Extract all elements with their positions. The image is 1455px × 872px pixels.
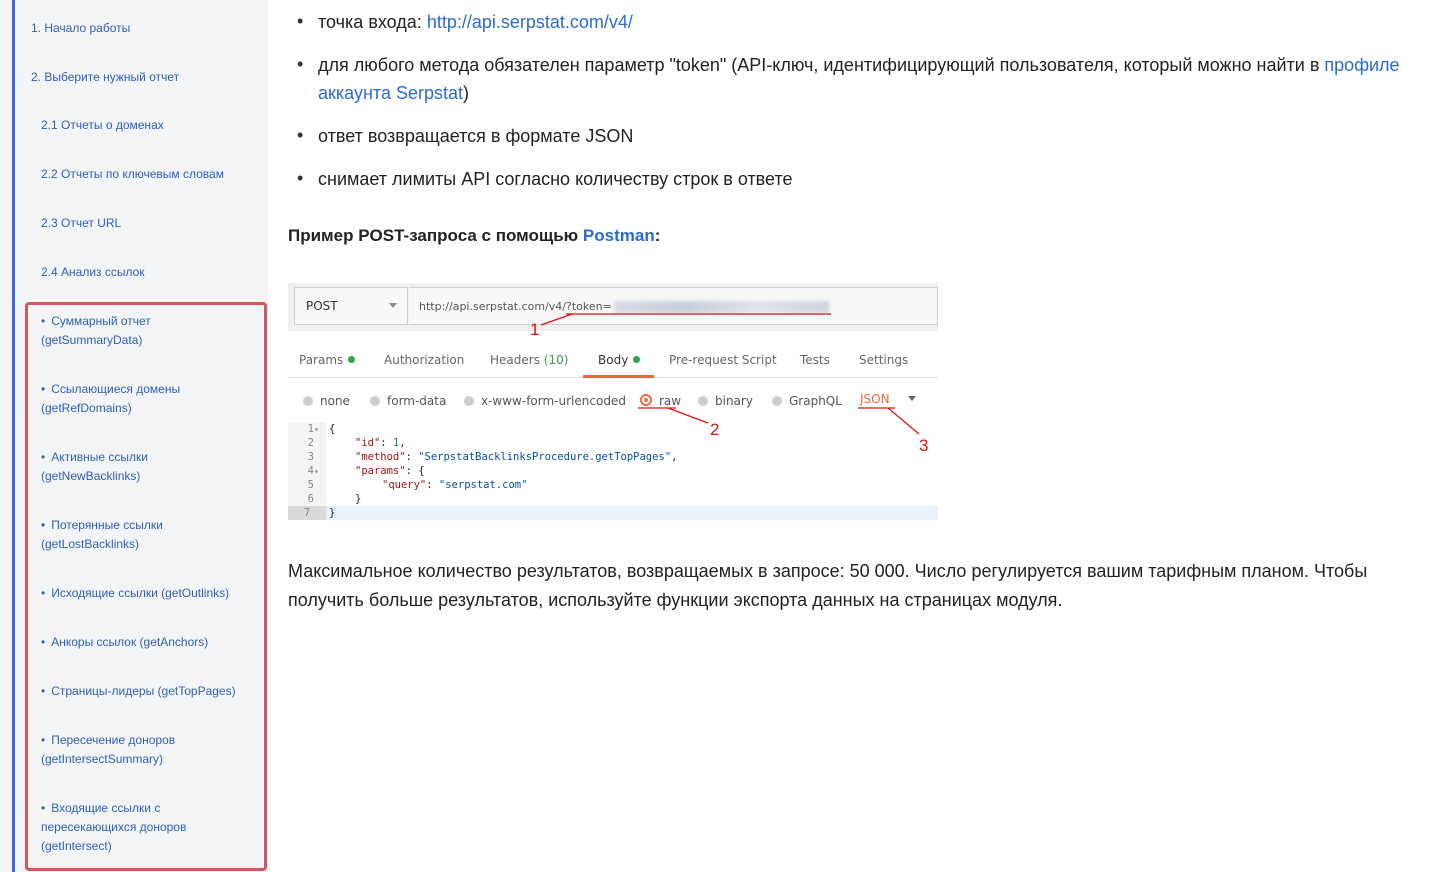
bullet: • [41,684,46,698]
sidebar-subitem-new-backlinks[interactable]: • Активные ссылки (getNewBacklinks) [41,448,148,486]
api-url-link[interactable]: http://api.serpstat.com/v4/ [427,12,633,32]
subitem-line1: Анкоры ссылок (getAnchors) [51,635,209,649]
subitem-line2: (getIntersectSummary) [41,752,164,766]
bullet: • [41,314,46,328]
bullet: • [41,518,46,532]
annotation-label-3: 3 [919,436,929,455]
list-item-json: ответ возвращается в формате JSON [318,122,1428,150]
subitem-line1: Активные ссылки [51,450,149,464]
example-heading: Пример POST-запроса с помощью Postman: [288,226,660,246]
list-bullet: • [297,168,304,188]
sidebar-item-getting-started[interactable]: 1. Начало работы [31,19,130,38]
subitem-line2: (getNewBacklinks) [41,469,141,483]
sidebar-item-url-report[interactable]: 2.3 Отчет URL [41,214,121,233]
list-item-token: для любого метода обязателен параметр "t… [318,51,1428,107]
subitem-line1: Пересечение доноров [51,733,176,747]
bullet: • [41,801,46,815]
bullet: • [41,733,46,747]
list-bullet: • [297,11,304,31]
sidebar-subitem-outlinks[interactable]: • Исходящие ссылки (getOutlinks) [41,584,229,603]
sidebar-item-keyword-reports[interactable]: 2.2 Отчеты по ключевым словам [41,165,224,184]
bullet: • [41,635,46,649]
list-item-limits: снимает лимиты API согласно количеству с… [318,165,1428,193]
annotation-label-1: 1 [530,320,540,339]
subitem-line1: Суммарный отчет [51,314,151,328]
subitem-line2: (getSummaryData) [41,333,143,347]
list-item-entry-point: точка входа: http://api.serpstat.com/v4/ [318,8,1428,36]
sidebar-subitem-intersect-summary[interactable]: • Пересечение доноров (getIntersectSummar… [41,731,175,769]
subitem-line1: Исходящие ссылки (getOutlinks) [51,586,230,600]
subitem-line2: пересекающихся доноров [41,820,187,834]
sidebar-accent-line [12,0,15,872]
list-item-text: для любого метода обязателен параметр "t… [318,55,1325,75]
sidebar-item-choose-report[interactable]: 2. Выберите нужный отчет [31,68,179,87]
annotation-pointer-1 [540,313,573,326]
list-item-text: точка входа: [318,12,427,32]
list-item-text-tail: ) [463,83,469,103]
sidebar-item-domain-reports[interactable]: 2.1 Отчеты о доменах [41,116,164,135]
heading-text: Пример POST-запроса с помощью [288,226,583,245]
annotation-pointer-2 [667,407,709,424]
subitem-line1: Страницы-лидеры (getTopPages) [51,684,236,698]
bullet: • [41,382,46,396]
sidebar-subitem-top-pages[interactable]: • Страницы-лидеры (getTopPages) [41,682,236,701]
subitem-line3: (getIntersect) [41,839,112,853]
sidebar-subitem-intersect[interactable]: • Входящие ссылки с пересекающихся доноро… [41,799,186,856]
annotation-pointer-3 [887,407,920,435]
subitem-line2: (getRefDomains) [41,401,132,415]
heading-tail: : [654,226,661,245]
sidebar: 1. Начало работы 2. Выберите нужный отче… [0,0,268,872]
sidebar-subitem-lost-backlinks[interactable]: • Потерянные ссылки (getLostBacklinks) [41,516,163,554]
list-bullet: • [297,125,304,145]
limits-paragraph: Максимальное количество результатов, воз… [288,561,1368,610]
bullet: • [41,586,46,600]
subitem-line1: Потерянные ссылки [51,518,163,532]
postman-screenshot: POST http://api.serpstat.com/v4/?token= … [288,283,938,520]
sidebar-item-link-analysis[interactable]: 2.4 Анализ ссылок [41,263,145,282]
subitem-line1: Ссылающиеся домены [51,382,181,396]
annotation-overlay [540,313,920,435]
list-item-text: снимает лимиты API согласно количеству с… [318,169,793,189]
bullet: • [41,450,46,464]
subitem-line2: (getLostBacklinks) [41,537,140,551]
sidebar-subitem-anchors[interactable]: • Анкоры ссылок (getAnchors) [41,633,208,652]
list-item-text: ответ возвращается в формате JSON [318,126,634,146]
subitem-line1: Входящие ссылки с [51,801,161,815]
sidebar-subitem-ref-domains[interactable]: • Ссылающиеся домены (getRefDomains) [41,380,180,418]
list-bullet: • [297,54,304,74]
annotation-label-2: 2 [710,420,720,439]
sidebar-subitem-summary[interactable]: • Суммарный отчет (getSummaryData) [41,312,151,350]
postman-link[interactable]: Postman [583,226,655,245]
